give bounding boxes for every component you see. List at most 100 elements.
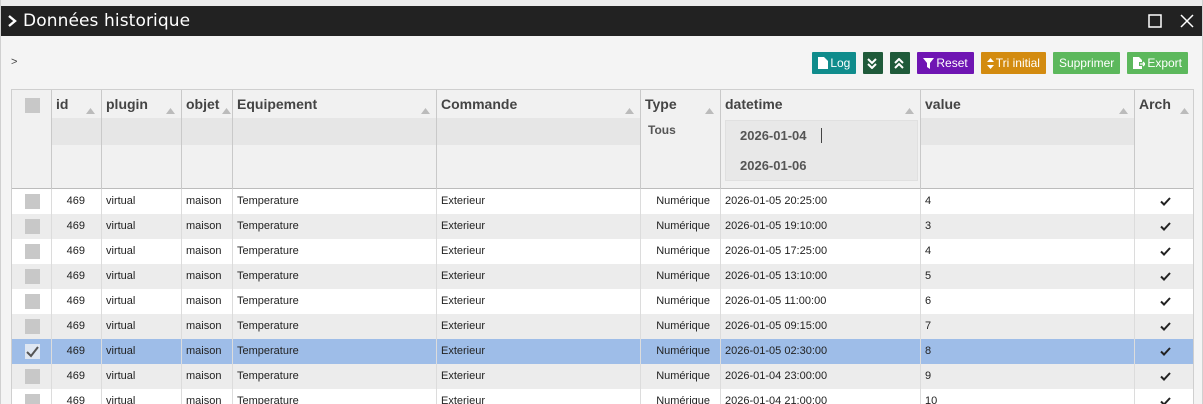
col-id[interactable]: id <box>52 90 102 189</box>
date-from-input[interactable]: 2026-01-04 <box>740 128 807 143</box>
cell-type: Numérique <box>641 239 721 264</box>
close-icon[interactable] <box>1178 12 1196 30</box>
col-value[interactable]: value <box>921 90 1135 189</box>
table-row[interactable]: 469 virtual maison Temperature Exterieur Numé… <box>12 289 1193 314</box>
log-button[interactable]: Log <box>812 52 857 74</box>
cell-plugin: virtual <box>102 339 182 364</box>
tri-initial-button[interactable]: Tri initial <box>980 52 1046 74</box>
col-objet-label: objet <box>186 96 220 112</box>
cell-arch <box>1135 189 1193 214</box>
type-filter-select[interactable]: Tous <box>648 123 676 137</box>
col-type-label: Type <box>645 96 677 112</box>
row-checkbox[interactable] <box>25 344 40 359</box>
export-button[interactable]: Export <box>1127 52 1188 74</box>
cell-commande: Exterieur <box>437 364 641 389</box>
cell-equipement: Temperature <box>233 239 437 264</box>
table-row[interactable]: 469 virtual maison Temperature Exterieur Numé… <box>12 389 1193 404</box>
check-icon <box>1159 346 1171 356</box>
cell-equipement: Temperature <box>233 389 437 404</box>
col-objet[interactable]: objet <box>182 90 233 189</box>
table-row[interactable]: 469 virtual maison Temperature Exterieur Numé… <box>12 314 1193 339</box>
table-row[interactable]: 469 virtual maison Temperature Exterieur Numé… <box>12 239 1193 264</box>
check-icon <box>1159 196 1171 206</box>
filter-objet-input[interactable] <box>182 118 232 145</box>
check-icon <box>26 346 39 358</box>
chevron-right-icon[interactable] <box>1 15 23 27</box>
cell-id: 469 <box>52 289 102 314</box>
row-checkbox[interactable] <box>25 219 40 234</box>
sort-up-icon[interactable] <box>421 101 430 119</box>
table-row[interactable]: 469 virtual maison Temperature Exterieur Numé… <box>12 214 1193 239</box>
row-checkbox[interactable] <box>25 369 40 384</box>
cell-value: 7 <box>921 314 1135 339</box>
cell-type: Numérique <box>641 264 721 289</box>
select-all-checkbox[interactable] <box>25 98 40 113</box>
sort-up-icon[interactable] <box>1180 101 1189 119</box>
col-type[interactable]: Type <box>641 90 721 189</box>
sort-up-icon[interactable] <box>166 101 175 119</box>
cell-plugin: virtual <box>102 214 182 239</box>
cell-objet: maison <box>182 389 233 404</box>
cell-id: 469 <box>52 214 102 239</box>
row-select-cell <box>12 189 52 214</box>
col-id-label: id <box>56 96 69 112</box>
sort-up-icon[interactable] <box>86 101 95 119</box>
supprimer-button-label: Supprimer <box>1058 56 1115 70</box>
row-checkbox[interactable] <box>25 244 40 259</box>
collapse-up-button[interactable] <box>890 52 911 74</box>
cell-plugin: virtual <box>102 264 182 289</box>
table-row[interactable]: 469 virtual maison Temperature Exterieur Numé… <box>12 189 1193 214</box>
filter-equipement-input[interactable] <box>233 118 436 145</box>
date-to-input[interactable]: 2026-01-06 <box>740 158 807 173</box>
cell-commande: Exterieur <box>437 189 641 214</box>
filter-plugin-input[interactable] <box>102 118 181 145</box>
table-row[interactable]: 469 virtual maison Temperature Exterieur Numé… <box>12 264 1193 289</box>
filter-value-input[interactable] <box>921 118 1134 145</box>
maximize-icon[interactable] <box>1146 12 1164 30</box>
cell-datetime: 2026-01-05 19:10:00 <box>721 214 921 239</box>
cell-commande: Exterieur <box>437 389 641 404</box>
file-icon <box>818 57 829 69</box>
reset-button[interactable]: Reset <box>917 52 974 74</box>
sort-up-icon[interactable] <box>222 101 231 119</box>
col-arch-label: Arch <box>1139 96 1171 112</box>
cell-datetime: 2026-01-04 23:00:00 <box>721 364 921 389</box>
row-checkbox[interactable] <box>25 294 40 309</box>
cell-type: Numérique <box>641 314 721 339</box>
cell-value: 4 <box>921 239 1135 264</box>
table-row[interactable]: 469 virtual maison Temperature Exterieur Numé… <box>12 364 1193 389</box>
row-select-cell <box>12 289 52 314</box>
cell-objet: maison <box>182 189 233 214</box>
row-checkbox[interactable] <box>25 394 40 404</box>
sort-up-icon[interactable] <box>625 101 634 119</box>
sort-up-icon[interactable] <box>1119 101 1128 119</box>
filter-icon <box>923 57 935 69</box>
file-export-icon <box>1133 57 1146 69</box>
col-arch[interactable]: Arch <box>1135 90 1193 189</box>
cell-id: 469 <box>52 239 102 264</box>
window-body: > Log Reset Tri initial Supprimer Export… <box>1 36 1202 404</box>
cell-value: 5 <box>921 264 1135 289</box>
col-plugin-label: plugin <box>106 96 148 112</box>
cell-datetime: 2026-01-05 17:25:00 <box>721 239 921 264</box>
date-range-filter: 2026-01-04 2026-01-06 <box>725 120 918 181</box>
expand-down-button[interactable] <box>863 52 884 74</box>
sort-up-icon[interactable] <box>705 101 714 119</box>
col-equipement-label: Equipement <box>237 96 318 112</box>
filter-id-input[interactable] <box>52 118 101 145</box>
row-checkbox[interactable] <box>25 269 40 284</box>
supprimer-button[interactable]: Supprimer <box>1052 52 1121 74</box>
filter-commande-input[interactable] <box>437 118 640 145</box>
cell-value: 9 <box>921 364 1135 389</box>
cell-type: Numérique <box>641 289 721 314</box>
col-commande[interactable]: Commande <box>437 90 641 189</box>
row-checkbox[interactable] <box>25 194 40 209</box>
cell-commande: Exterieur <box>437 289 641 314</box>
row-checkbox[interactable] <box>25 319 40 334</box>
sort-up-icon[interactable] <box>905 101 914 119</box>
cell-objet: maison <box>182 239 233 264</box>
table-row[interactable]: 469 virtual maison Temperature Exterieur Numé… <box>12 339 1193 364</box>
col-plugin[interactable]: plugin <box>102 90 182 189</box>
cell-plugin: virtual <box>102 314 182 339</box>
col-equipement[interactable]: Equipement <box>233 90 437 189</box>
